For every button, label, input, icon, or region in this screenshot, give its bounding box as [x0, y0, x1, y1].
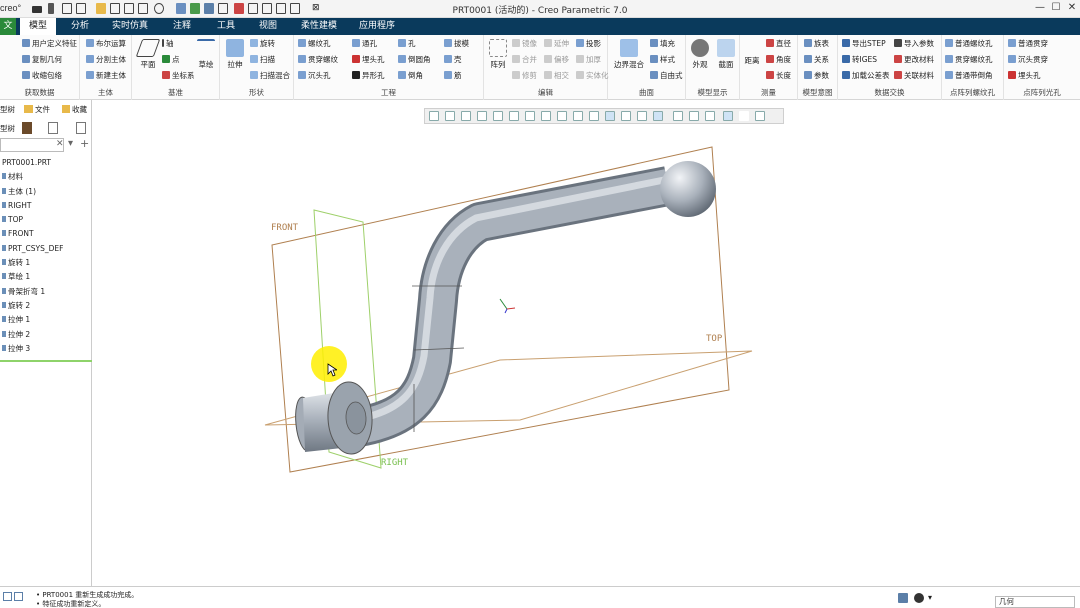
- csys-z-axis: [504, 308, 508, 314]
- creo-window: creo° ⊠ PRT0001 (活动的) - Creo Parametric …: [0, 0, 1080, 608]
- find-icon[interactable]: [914, 593, 924, 603]
- toggle-tree-icon[interactable]: [3, 592, 12, 601]
- csys-x-axis: [506, 307, 516, 310]
- ball-knob: [660, 161, 716, 217]
- toggle-browser-icon[interactable]: [14, 592, 23, 601]
- mouse-pointer-icon: [327, 363, 337, 377]
- right-plane-label: RIGHT: [381, 458, 409, 468]
- find-dropdown-icon[interactable]: ▾: [928, 593, 932, 602]
- part-model: FRONT TOP RIGHT: [264, 146, 753, 473]
- message-line-2: • 特征成功重新定义。: [36, 600, 106, 608]
- top-plane-label: TOP: [706, 334, 723, 344]
- csys-y-axis: [499, 298, 508, 310]
- front-plane-label: FRONT: [271, 223, 299, 233]
- regen-status-icon[interactable]: [898, 593, 908, 603]
- message-line-1: • PRT0001 重新生成成功完成。: [36, 591, 139, 599]
- status-bar: • PRT0001 重新生成成功完成。 • 特征成功重新定义。 ▾: [0, 586, 1080, 608]
- selection-filter[interactable]: 几何: [995, 596, 1075, 608]
